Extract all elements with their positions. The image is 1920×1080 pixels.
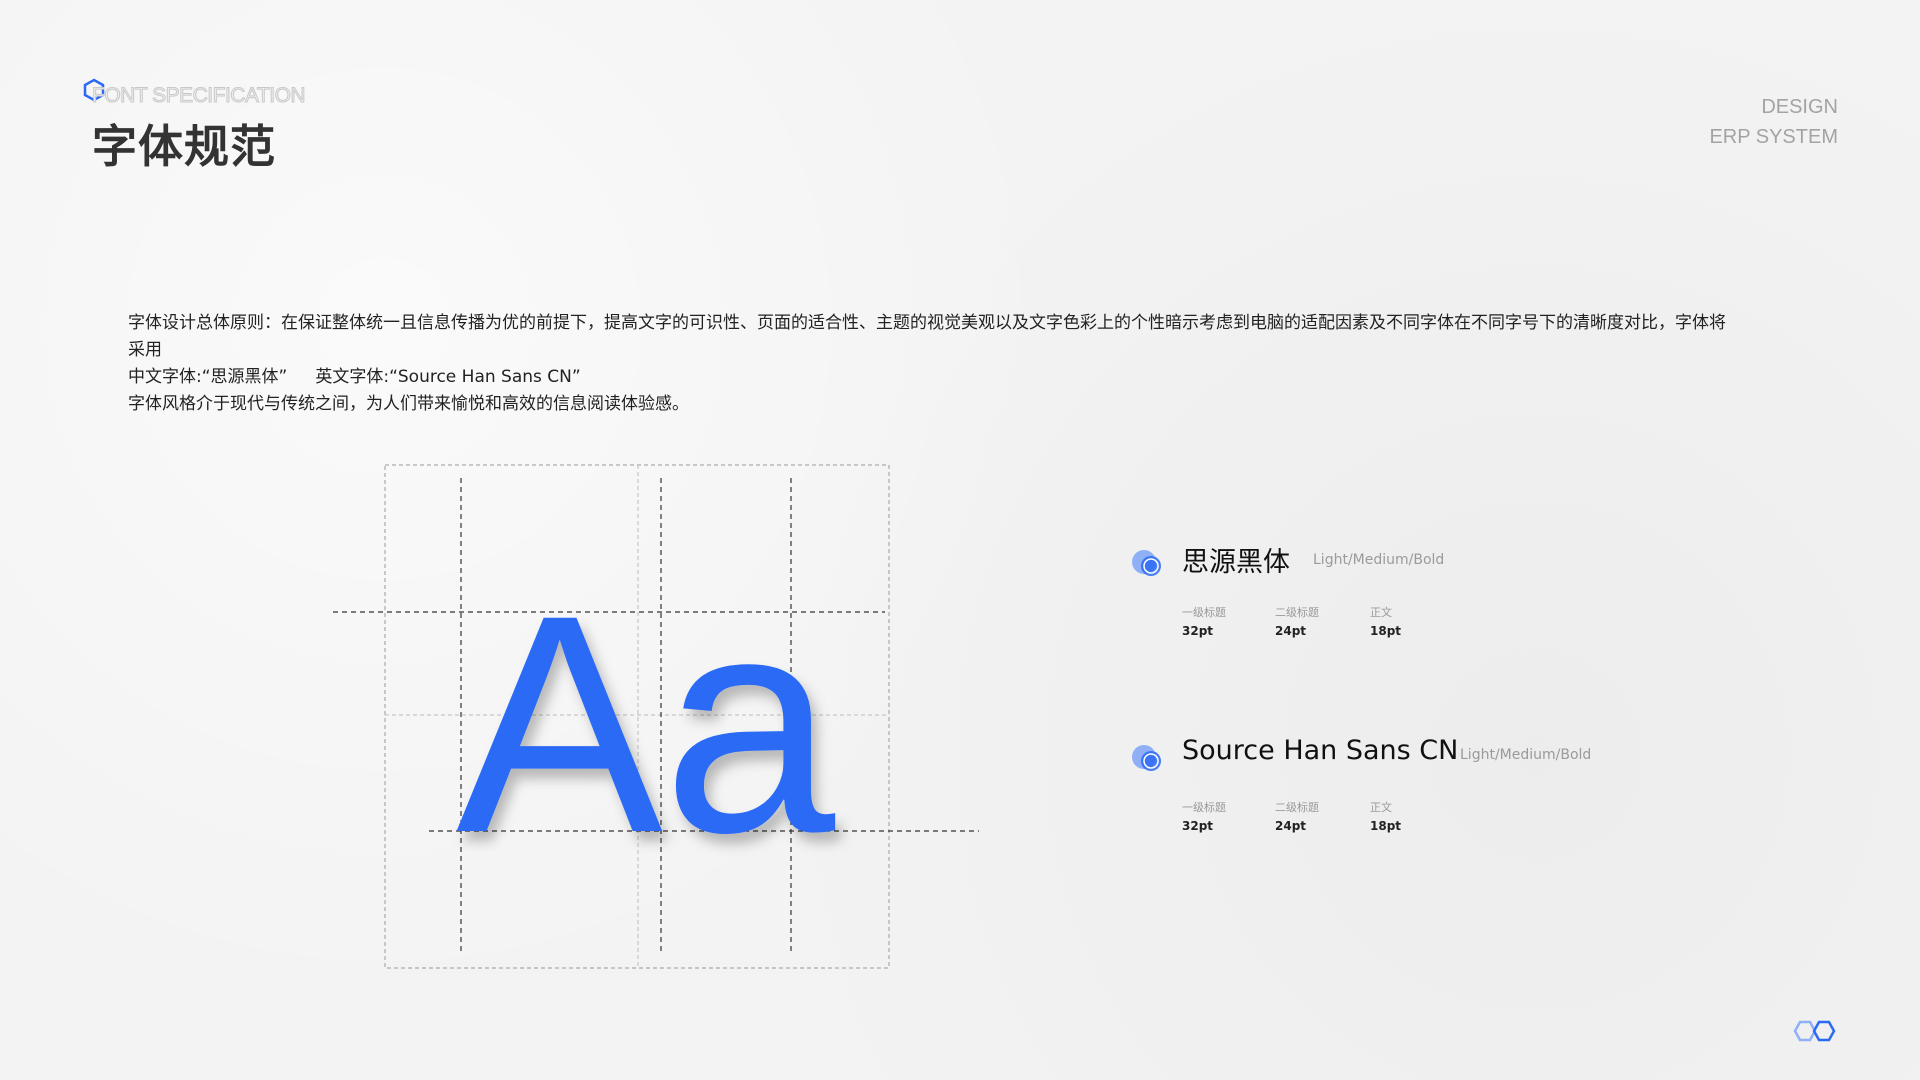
spec-h1: 一级标题 32pt	[1182, 799, 1226, 833]
spec-body: 正文 18pt	[1370, 604, 1401, 638]
spec-label: 二级标题	[1275, 606, 1319, 619]
spec-label: 一级标题	[1182, 606, 1226, 619]
spec-value: 32pt	[1182, 624, 1214, 638]
spec-h2: 二级标题 24pt	[1275, 799, 1319, 833]
type-specimen-grid: Aa	[333, 464, 979, 969]
font-name: Source Han Sans CN	[1182, 735, 1459, 766]
spec-body: 正文 18pt	[1370, 799, 1401, 833]
overlapping-circles-icon	[1132, 745, 1161, 771]
spec-label: 正文	[1370, 606, 1392, 619]
spec-label: 正文	[1370, 801, 1392, 814]
overlapping-circles-icon	[1132, 550, 1161, 576]
specimen-glyphs: Aa	[456, 550, 837, 897]
font-name: 思源黑体	[1182, 547, 1290, 578]
font-weights: Light/Medium/Bold	[1460, 747, 1592, 763]
spec-value: 24pt	[1275, 819, 1307, 833]
double-hexagon-icon	[1793, 1020, 1836, 1042]
spec-value: 18pt	[1370, 624, 1402, 638]
spec-h1: 一级标题 32pt	[1182, 604, 1226, 638]
spec-h2: 二级标题 24pt	[1275, 604, 1319, 638]
font-weights: Light/Medium/Bold	[1313, 552, 1445, 568]
spec-value: 18pt	[1370, 819, 1402, 833]
spec-label: 一级标题	[1182, 801, 1226, 814]
spec-label: 二级标题	[1275, 801, 1319, 814]
spec-value: 32pt	[1182, 819, 1214, 833]
spec-value: 24pt	[1275, 624, 1307, 638]
